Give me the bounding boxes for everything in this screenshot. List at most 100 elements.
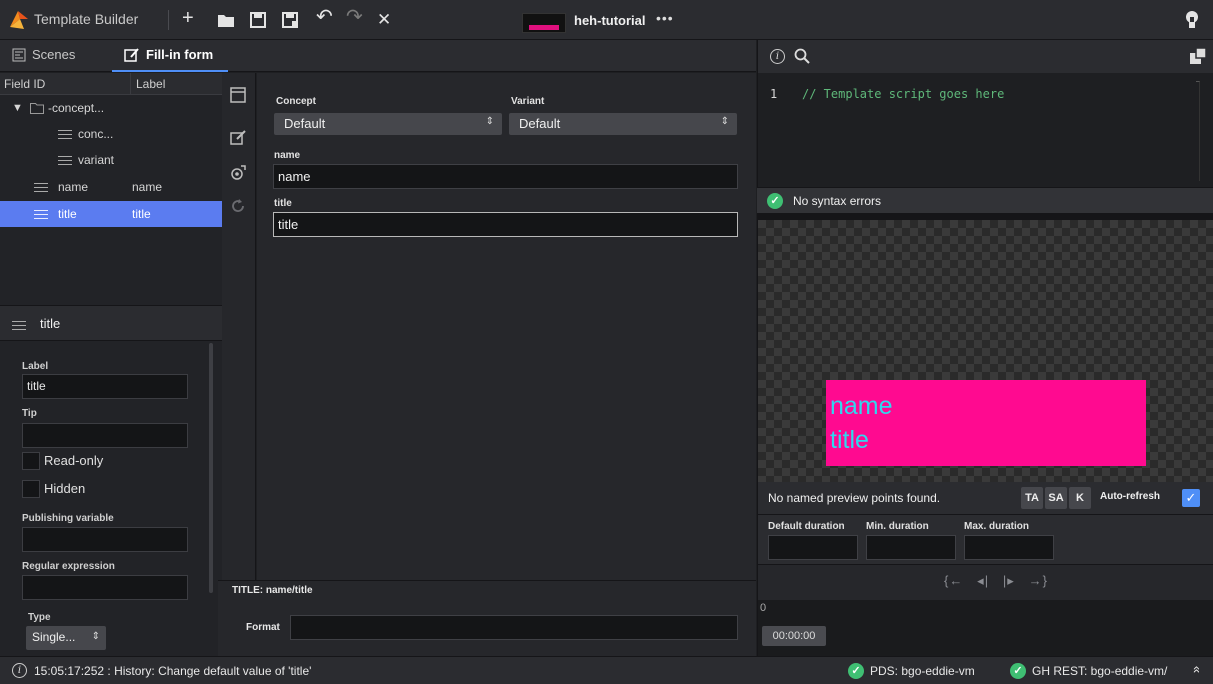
expand-arrow-icon[interactable]: ▼ — [12, 95, 23, 121]
timeline[interactable]: 0 00:00:00 — [757, 600, 1213, 656]
tree-row-variant[interactable]: variant — [0, 147, 222, 173]
field-icon — [58, 130, 72, 140]
col-field-id[interactable]: Field ID — [4, 77, 45, 91]
publishing-variable-field[interactable] — [22, 527, 188, 552]
tree-row-id: -concept... — [48, 101, 105, 115]
save-icon[interactable] — [250, 12, 266, 28]
auto-refresh-checkbox[interactable]: ✓ — [1182, 489, 1200, 507]
title-label: title — [274, 198, 292, 209]
info-icon[interactable]: i — [770, 49, 785, 64]
close-icon[interactable]: ✕ — [377, 10, 391, 30]
lightbulb-icon[interactable] — [1185, 10, 1199, 30]
chevron-updown-icon: ⇕ — [720, 116, 729, 127]
min-duration-input[interactable] — [866, 535, 956, 560]
name-input[interactable]: name — [273, 164, 738, 189]
property-scrollbar[interactable] — [209, 343, 213, 593]
scene-name[interactable]: heh-tutorial — [574, 13, 646, 28]
field-format-panel: TITLE: name/title Format — [218, 580, 756, 656]
concept-label: Concept — [276, 96, 316, 107]
tab-scenes[interactable]: Scenes — [12, 47, 75, 62]
search-icon[interactable] — [794, 48, 810, 64]
format-label: Format — [246, 622, 280, 633]
scene-thumbnail[interactable] — [522, 13, 566, 33]
timeline-zero: 0 — [760, 602, 767, 614]
default-duration-label: Default duration — [768, 521, 845, 532]
preview-points-message: No named preview points found. — [768, 491, 941, 505]
col-label[interactable]: Label — [136, 77, 165, 91]
left-tabs: Scenes Fill-in form — [0, 40, 756, 72]
regex-field[interactable] — [22, 575, 188, 600]
name-label: name — [274, 150, 301, 161]
read-only-label: Read-only — [44, 453, 104, 468]
transport-buttons-icon[interactable]: {← ◂| |▸ →} — [944, 573, 1048, 589]
script-editor[interactable]: 1 // Template script goes here — [757, 73, 1213, 187]
tree-row-title[interactable]: title title — [0, 201, 222, 227]
redo-icon[interactable]: ↷ — [346, 7, 363, 27]
check-icon: ✓ — [848, 663, 864, 679]
property-title: title — [40, 316, 61, 331]
top-toolbar: Template Builder + ↶ ↷ ✕ heh-tutorial ••… — [0, 0, 1213, 40]
preview-graphic-box: name title — [826, 380, 1146, 466]
pds-status[interactable]: PDS: bgo-eddie-vm — [870, 664, 975, 678]
title-input[interactable]: title — [273, 212, 738, 237]
status-message: 15:05:17:252 : History: Change default v… — [34, 664, 312, 678]
chevron-updown-icon: ⇕ — [91, 631, 100, 642]
gh-rest-status[interactable]: GH REST: bgo-eddie-vm/ — [1032, 664, 1167, 678]
app-title: Template Builder — [34, 11, 139, 27]
form-side-toolbar — [222, 73, 256, 656]
preview-line-title: title — [830, 426, 869, 454]
type-select-value: Single... — [32, 630, 76, 644]
type-select[interactable]: Single... ⇕ — [26, 626, 106, 650]
syntax-status: ✓ No syntax errors — [757, 187, 1213, 213]
max-duration-input[interactable] — [964, 535, 1054, 560]
more-menu-icon[interactable]: ••• — [656, 10, 674, 26]
tip-caption: Tip — [22, 408, 37, 419]
concept-select[interactable]: Default ⇕ — [274, 113, 502, 135]
window-icon[interactable] — [230, 87, 246, 103]
tab-fill-in-form[interactable]: Fill-in form — [124, 47, 213, 62]
timecode[interactable]: 00:00:00 — [762, 626, 826, 646]
refresh-icon[interactable] — [230, 198, 246, 214]
tree-row-concept[interactable]: ▼ -concept... — [0, 95, 222, 121]
auto-refresh-label: Auto-refresh — [1100, 491, 1161, 502]
edit-icon[interactable] — [230, 130, 246, 146]
property-header: title — [0, 305, 222, 341]
divider — [168, 10, 169, 30]
hidden-label: Hidden — [44, 481, 86, 496]
regex-caption: Regular expression — [22, 561, 115, 572]
active-tab-indicator — [112, 70, 228, 72]
field-icon — [12, 321, 26, 331]
variant-select[interactable]: Default ⇕ — [509, 113, 737, 135]
editor-scrollbar[interactable] — [1196, 81, 1200, 181]
graphic-preview[interactable]: name title — [757, 220, 1213, 482]
popout-icon[interactable] — [1190, 48, 1206, 64]
expand-icon[interactable]: » — [1188, 666, 1203, 673]
default-duration-input[interactable] — [768, 535, 858, 560]
label-field[interactable]: title — [22, 374, 188, 399]
line-number: 1 — [770, 87, 778, 101]
field-icon — [34, 183, 48, 193]
read-only-checkbox[interactable] — [22, 452, 40, 470]
tip-field[interactable] — [22, 423, 188, 448]
undo-icon[interactable]: ↶ — [316, 7, 333, 27]
column-divider[interactable] — [130, 73, 131, 95]
format-input[interactable] — [290, 615, 738, 640]
preview-eye-icon[interactable] — [230, 165, 246, 181]
script-toolbar: i — [757, 40, 1213, 73]
k-button[interactable]: K — [1069, 487, 1091, 509]
tree-row-name[interactable]: name name — [0, 174, 222, 200]
divider — [757, 213, 1213, 220]
tree-row-conc[interactable]: conc... — [0, 121, 222, 147]
sa-button[interactable]: SA — [1045, 487, 1067, 509]
save-as-icon[interactable] — [282, 12, 300, 28]
field-icon — [34, 210, 48, 220]
concept-select-value: Default — [284, 116, 326, 131]
tree-header: Field ID Label — [0, 73, 222, 95]
open-folder-icon[interactable] — [218, 13, 234, 27]
ta-button[interactable]: TA — [1021, 487, 1043, 509]
add-icon[interactable]: + — [182, 8, 194, 28]
scenes-icon — [12, 48, 26, 61]
hidden-checkbox[interactable] — [22, 480, 40, 498]
field-tree: ▼ -concept... conc... variant name name … — [0, 95, 222, 305]
preview-points-bar: No named preview points found. TA SA K A… — [757, 482, 1213, 514]
